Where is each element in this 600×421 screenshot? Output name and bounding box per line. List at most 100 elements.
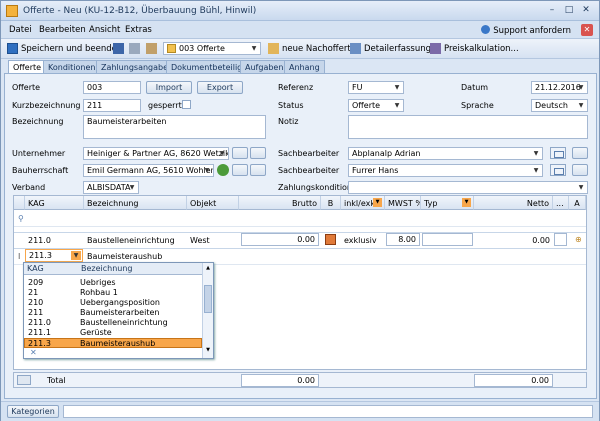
total-brutto: 0.00: [241, 374, 319, 387]
support-link[interactable]: Support anfordern: [481, 25, 571, 36]
menu-ansicht[interactable]: Ansicht: [89, 25, 120, 35]
unternehmer-select[interactable]: Heiniger & Partner AG, 8620 Wetzikon ▼: [83, 147, 229, 160]
zahlungskonditionen-select[interactable]: ▼: [348, 181, 588, 194]
gesperrt-checkbox[interactable]: [182, 100, 191, 109]
chevron-down-icon: ▼: [578, 84, 584, 91]
filter-icon[interactable]: ▼: [373, 198, 382, 207]
sachbearbeiter-2-select[interactable]: Furrer Hans ▼: [348, 164, 543, 177]
dropdown-item-kag: 210: [28, 298, 44, 307]
filter-row-icon: ⚲: [18, 214, 24, 223]
dropdown-item-bez: Gerüste: [80, 328, 112, 337]
menu-datei[interactable]: Datei: [9, 25, 32, 35]
dropdown-item-selected[interactable]: 211.3 Baumeisteraushub: [24, 338, 202, 348]
scroll-up-icon[interactable]: ▲: [204, 265, 212, 273]
notiz-field[interactable]: [348, 115, 588, 139]
book-icon[interactable]: [250, 164, 266, 176]
contact-card-icon[interactable]: [232, 147, 248, 159]
title-bar: Offerte - Neu (KU-12-B12, Überbauung Büh…: [1, 1, 599, 21]
col-header-typ[interactable]: Typ ▼: [421, 196, 474, 210]
scroll-thumb[interactable]: [204, 285, 212, 313]
row1-netto[interactable]: 0.00: [474, 234, 553, 247]
row1-typ[interactable]: [422, 233, 473, 246]
bezeichnung-field[interactable]: Baumeisterarbeiten: [83, 115, 266, 139]
offerte-field[interactable]: 003: [83, 81, 141, 94]
row1-brutto[interactable]: 0.00: [241, 233, 319, 246]
col-header-brutto[interactable]: Brutto: [239, 196, 321, 210]
close-form-icon[interactable]: ✕: [581, 24, 593, 36]
import-button[interactable]: Import: [146, 81, 192, 94]
col-header-mwst[interactable]: MWST %: [385, 196, 421, 210]
row1-objekt[interactable]: West: [187, 234, 213, 247]
referenz-value: FU: [352, 83, 363, 92]
menu-bearbeiten[interactable]: Bearbeiten: [39, 25, 86, 35]
dropdown-item[interactable]: 211.0 Baustelleneinrichtung: [24, 318, 202, 328]
row2-kag-select[interactable]: 211.3 ▼: [25, 249, 83, 262]
dropdown-item[interactable]: 210 Uebergangsposition: [24, 298, 202, 308]
new-offer-icon: [268, 43, 279, 54]
mail-icon[interactable]: [550, 164, 566, 176]
tab-aufgaben[interactable]: Aufgaben: [240, 60, 289, 74]
sachbearbeiter-1-select[interactable]: Abplanalp Adrian ▼: [348, 147, 543, 160]
menu-extras[interactable]: Extras: [125, 25, 152, 35]
col-header-b[interactable]: B: [321, 196, 341, 210]
chevron-down-icon[interactable]: ▼: [71, 251, 81, 260]
attachment-icon[interactable]: ⊕: [572, 233, 585, 246]
col-header-inkl[interactable]: inkl/exkl ▼: [341, 196, 385, 210]
book-icon[interactable]: [250, 147, 266, 159]
mail-icon[interactable]: [550, 147, 566, 159]
row1-bezeichnung[interactable]: Baustelleneinrichtung: [84, 234, 178, 247]
window-title: Offerte - Neu (KU-12-B12, Überbauung Büh…: [23, 6, 257, 16]
total-row: Total 0.00 0.00: [13, 372, 587, 388]
dropdown-item[interactable]: 21 Rohbau 1: [24, 288, 202, 298]
bauherrschaft-select[interactable]: Emil Germann AG, 5610 Wohlen AG▼: [83, 164, 214, 177]
price-calc-button[interactable]: Preiskalkulation...: [444, 44, 519, 54]
status-select[interactable]: Offerte ▼: [348, 99, 404, 112]
menu-bar: Datei Bearbeiten Ansicht Extras Support …: [1, 21, 599, 39]
row1-kag[interactable]: 211.0: [25, 234, 54, 247]
sprache-select[interactable]: Deutsch ▼: [531, 99, 588, 112]
new-offer-button[interactable]: neue Nachofferte: [282, 44, 356, 54]
dropdown-scrollbar[interactable]: ▲ ▼: [202, 263, 213, 358]
filter-icon[interactable]: ▼: [462, 198, 471, 207]
phone-icon[interactable]: [572, 164, 588, 176]
col-header-bezeichnung[interactable]: Bezeichnung: [84, 196, 187, 210]
detail-button[interactable]: Detailerfassung...: [364, 44, 439, 54]
col-header-more[interactable]: ...: [553, 196, 569, 210]
calc-icon[interactable]: [325, 234, 336, 245]
copy-icon[interactable]: [146, 43, 157, 54]
offerte-label: Offerte: [12, 83, 41, 92]
save-close-button[interactable]: Speichern und beenden: [21, 44, 122, 54]
phone-icon[interactable]: [572, 147, 588, 159]
tab-konditionen[interactable]: Konditionen: [43, 60, 101, 74]
datum-field[interactable]: 21.12.2016 ▼: [531, 81, 588, 94]
grid-divider: [14, 226, 586, 227]
clear-selection-icon[interactable]: ✕: [30, 348, 37, 357]
dropdown-item[interactable]: 209 Uebriges: [24, 278, 202, 288]
offer-select[interactable]: 003 Offerte ▼: [163, 42, 261, 55]
person-icon[interactable]: [217, 164, 229, 176]
referenz-select[interactable]: FU ▼: [348, 81, 404, 94]
status-bar: Kategorien: [1, 401, 599, 421]
col-header-netto[interactable]: Netto: [474, 196, 553, 210]
row1-more[interactable]: [554, 233, 567, 246]
print-icon[interactable]: [129, 43, 140, 54]
col-header-a[interactable]: A: [569, 196, 586, 210]
kurzbezeichnung-field[interactable]: 211: [83, 99, 141, 112]
row1-mwst[interactable]: 8.00: [386, 233, 420, 246]
col-header-kag[interactable]: KAG: [25, 196, 84, 210]
dropdown-item[interactable]: 211 Baumeisterarbeiten: [24, 308, 202, 318]
contact-card-icon[interactable]: [232, 164, 248, 176]
export-button[interactable]: Export: [197, 81, 243, 94]
kategorien-button[interactable]: Kategorien: [7, 405, 59, 418]
maximize-icon[interactable]: □: [562, 4, 576, 17]
minimize-icon[interactable]: –: [545, 4, 559, 17]
chevron-down-icon: ▼: [394, 102, 400, 109]
tab-anhang[interactable]: Anhang: [284, 60, 325, 74]
disk-icon[interactable]: [113, 43, 124, 54]
verband-select[interactable]: ALBISDATA ▼: [83, 181, 139, 194]
close-window-icon[interactable]: ✕: [579, 4, 593, 17]
row1-inkl[interactable]: exklusiv: [341, 234, 380, 247]
dropdown-item[interactable]: 211.1 Gerüste: [24, 328, 202, 338]
col-header-objekt[interactable]: Objekt: [187, 196, 239, 210]
scroll-down-icon[interactable]: ▼: [204, 347, 212, 355]
